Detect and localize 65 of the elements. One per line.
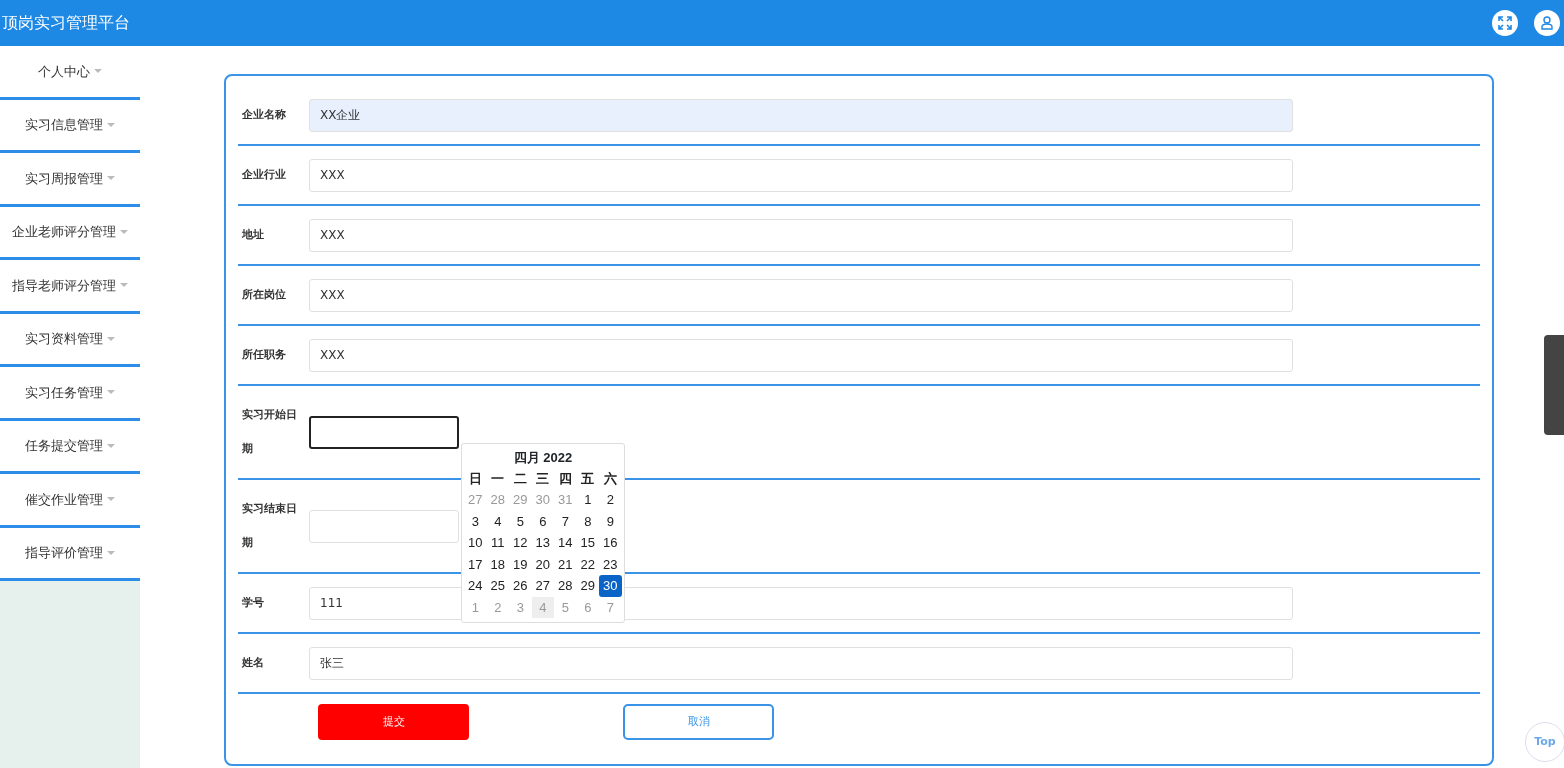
sidebar-item[interactable]: 实习任务管理 xyxy=(0,367,140,421)
field-label: 地址 xyxy=(241,227,265,243)
calendar-day[interactable]: 21 xyxy=(554,553,577,575)
calendar-day[interactable]: 14 xyxy=(554,532,577,554)
sidebar-item[interactable]: 企业老师评分管理 xyxy=(0,206,140,260)
weekday-label: 一 xyxy=(490,469,506,488)
sidebar-item[interactable]: 指导评价管理 xyxy=(0,527,140,581)
calendar-day[interactable]: 6 xyxy=(531,510,554,532)
weekday-label: 三 xyxy=(535,469,551,488)
calendar-day[interactable]: 3 xyxy=(464,510,487,532)
user-button[interactable] xyxy=(1534,10,1560,36)
calendar-day[interactable]: 9 xyxy=(599,510,622,532)
calendar-day[interactable]: 4 xyxy=(486,510,509,532)
input-field[interactable]: XX企业 xyxy=(309,98,1293,132)
calendar-day[interactable]: 30 xyxy=(599,575,622,597)
submit-button[interactable]: 提交 xyxy=(318,704,469,740)
field-label: 所任职务 xyxy=(241,347,287,363)
user-icon xyxy=(1539,15,1555,31)
calendar-day[interactable]: 22 xyxy=(576,553,599,575)
input-field[interactable]: 张三 xyxy=(309,646,1293,680)
calendar-day[interactable]: 17 xyxy=(464,553,487,575)
calendar-day[interactable]: 23 xyxy=(599,553,622,575)
calendar-day[interactable]: 12 xyxy=(509,532,532,554)
field-label: 实习结束日期 xyxy=(241,501,298,551)
date-field[interactable] xyxy=(309,415,459,449)
calendar-day[interactable]: 5 xyxy=(509,510,532,532)
calendar-day[interactable]: 13 xyxy=(531,532,554,554)
calendar-day[interactable]: 8 xyxy=(576,510,599,532)
sidebar-item[interactable]: 实习信息管理 xyxy=(0,99,140,153)
month-title: 四月 2022 xyxy=(512,449,574,467)
calendar-day[interactable]: 7 xyxy=(554,510,577,532)
input-field[interactable]: XXX xyxy=(309,338,1293,372)
sidebar-item[interactable]: 个人中心 xyxy=(0,46,140,100)
weekday-label: 六 xyxy=(602,469,618,488)
calendar-day[interactable]: 20 xyxy=(531,553,554,575)
field-label: 所在岗位 xyxy=(241,287,287,303)
calendar-day[interactable]: 16 xyxy=(599,532,622,554)
field-label: 实习开始日期 xyxy=(241,407,298,457)
app-title: 顶岗实习管理平台 xyxy=(1,12,131,34)
sidebar-item[interactable]: 任务提交管理 xyxy=(0,420,140,474)
input-field[interactable]: XXX xyxy=(309,218,1293,252)
weekday-label: 四 xyxy=(557,469,573,488)
drawer-handle[interactable] xyxy=(1544,335,1564,435)
input-field[interactable]: XXX xyxy=(309,158,1293,192)
input-field[interactable]: XXX xyxy=(309,278,1293,312)
field-label: 姓名 xyxy=(241,655,265,671)
sidebar-item[interactable]: 实习周报管理 xyxy=(0,153,140,207)
calendar-day[interactable]: 2 xyxy=(599,489,622,511)
weekday-label: 五 xyxy=(580,469,596,488)
field-label: 学号 xyxy=(241,595,265,611)
sidebar-item[interactable]: 实习资料管理 xyxy=(0,313,140,367)
sidebar-item[interactable]: 指导老师评分管理 xyxy=(0,260,140,314)
calendar-day[interactable]: 10 xyxy=(464,532,487,554)
calendar-day[interactable]: 11 xyxy=(486,532,509,554)
calendar-day[interactable]: 1 xyxy=(576,489,599,511)
field-label: 企业行业 xyxy=(241,167,287,183)
calendar-day[interactable]: 19 xyxy=(509,553,532,575)
fullscreen-icon xyxy=(1497,15,1513,31)
fullscreen-button[interactable] xyxy=(1492,10,1518,36)
weekday-label: 日 xyxy=(467,469,483,488)
field-label: 企业名称 xyxy=(241,107,287,123)
sidebar-item[interactable]: 催交作业管理 xyxy=(0,474,140,528)
weekday-label: 二 xyxy=(512,469,528,488)
calendar-day[interactable]: 18 xyxy=(486,553,509,575)
calendar-day[interactable]: 15 xyxy=(576,532,599,554)
